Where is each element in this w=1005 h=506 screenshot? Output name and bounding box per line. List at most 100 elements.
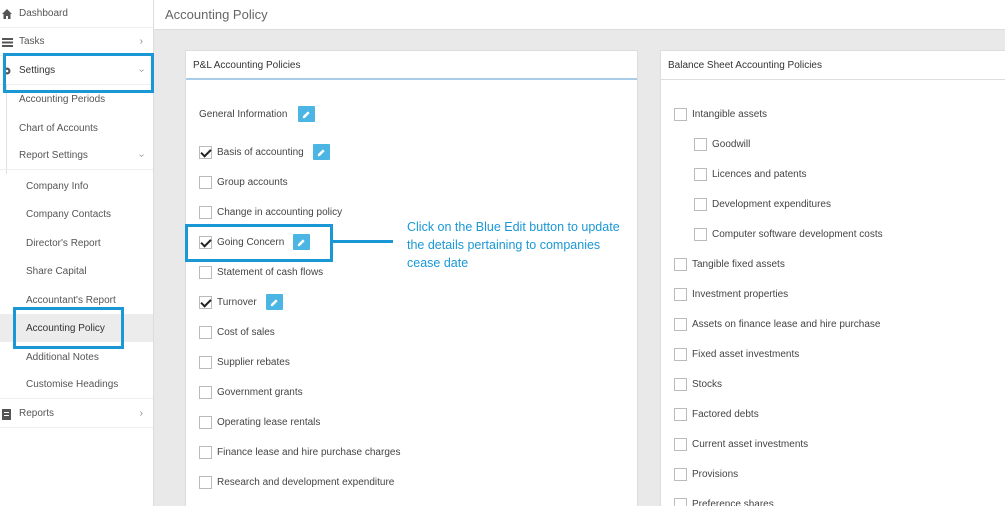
bs-item-label: Factored debts (692, 408, 759, 420)
pl-item-government-grants: Government grants (199, 384, 303, 400)
chevron-down-icon: › (135, 153, 147, 158)
checkbox[interactable] (674, 317, 687, 331)
checkbox[interactable] (199, 445, 212, 459)
edit-icon[interactable] (298, 106, 316, 122)
checkbox[interactable] (199, 295, 212, 309)
bs-item-stocks: Stocks (674, 376, 722, 392)
bs-panel-title: Balance Sheet Accounting Policies (661, 51, 1005, 80)
edit-icon[interactable] (265, 294, 283, 310)
checkbox[interactable] (199, 385, 212, 399)
bs-item-label: Preference shares (692, 498, 774, 506)
bs-item-label: Fixed asset investments (692, 348, 800, 360)
checkbox[interactable] (674, 467, 687, 481)
general-information-label: General Information (199, 108, 288, 120)
nav-directors-report-label: Director's Report (26, 237, 101, 249)
bs-item-label: Current asset investments (692, 438, 809, 450)
nav-dashboard-label: Dashboard (19, 8, 68, 19)
nav-share-capital[interactable]: Share Capital (0, 257, 153, 285)
page-header: Accounting Policy (154, 0, 1005, 30)
bs-item-label: Goodwill (712, 138, 751, 150)
pl-item-label: Government grants (217, 386, 303, 398)
checkbox[interactable] (674, 497, 687, 506)
checkbox[interactable] (199, 325, 212, 339)
nav-share-capital-label: Share Capital (26, 265, 87, 277)
bs-item-current-asset-investments: Current asset investments (674, 436, 808, 452)
accounting-policy-highlight (13, 307, 124, 349)
checkbox[interactable] (199, 415, 212, 429)
pl-item-label: Finance lease and hire purchase charges (217, 446, 401, 458)
bs-item-intangible-assets: Intangible assets (674, 106, 767, 122)
checkbox[interactable] (674, 437, 687, 451)
bs-item-preference-shares: Preference shares (674, 496, 774, 506)
nav-company-contacts[interactable]: Company Contacts (0, 200, 153, 228)
checkbox[interactable] (199, 145, 212, 159)
bs-item-factored-debts: Factored debts (674, 406, 759, 422)
pl-item-statement-of-cash-flows: Statement of cash flows (199, 264, 323, 280)
checkbox[interactable] (674, 107, 687, 121)
general-information-row: General Information (199, 106, 316, 122)
nav-accounting-periods-label: Accounting Periods (19, 93, 106, 105)
bs-item-label: Intangible assets (692, 108, 768, 120)
pl-item-label: Cost of sales (217, 326, 275, 338)
checkbox[interactable] (199, 265, 212, 279)
nav-dashboard[interactable]: Dashboard (0, 0, 153, 28)
home-icon (2, 9, 12, 19)
pl-item-label: Basis of accounting (217, 146, 304, 158)
checkbox[interactable] (694, 227, 707, 241)
nav-chart-of-accounts[interactable]: Chart of Accounts (0, 114, 153, 142)
bs-item-computer-software-development-costs: Computer software development costs (694, 226, 883, 242)
checkbox[interactable] (694, 197, 707, 211)
checkbox[interactable] (674, 257, 687, 271)
pl-item-research-and-development-expenditure: Research and development expenditure (199, 474, 394, 490)
nav-chart-of-accounts-label: Chart of Accounts (19, 122, 98, 134)
bs-item-label: Licences and patents (712, 168, 807, 180)
pl-item-label: Research and development expenditure (217, 476, 395, 488)
nav-reports[interactable]: Reports › (0, 400, 153, 428)
nav-report-settings[interactable]: Report Settings › (0, 142, 153, 170)
checkbox[interactable] (674, 377, 687, 391)
annotation-connector (333, 240, 393, 243)
checkbox[interactable] (199, 205, 212, 219)
checkbox[interactable] (199, 475, 212, 489)
checkbox[interactable] (694, 137, 707, 151)
nav-directors-report[interactable]: Director's Report (0, 229, 153, 257)
checkbox[interactable] (694, 167, 707, 181)
nav-company-info[interactable]: Company Info (0, 172, 153, 200)
nav-customise-headings[interactable]: Customise Headings (0, 371, 153, 399)
chevron-right-icon: › (139, 408, 143, 419)
pl-item-label: Operating lease rentals (217, 416, 321, 428)
bs-item-assets-on-finance-lease-and-hire-purchase: Assets on finance lease and hire purchas… (674, 316, 880, 332)
pl-panel-title: P&L Accounting Policies (186, 51, 637, 80)
checkbox[interactable] (674, 347, 687, 361)
checkbox[interactable] (199, 355, 212, 369)
bs-item-label: Investment properties (692, 288, 789, 300)
bs-item-label: Tangible fixed assets (692, 258, 785, 270)
reports-icon (2, 409, 12, 420)
nav-company-contacts-label: Company Contacts (26, 208, 112, 220)
pl-item-group-accounts: Group accounts (199, 174, 288, 190)
bs-item-tangible-fixed-assets: Tangible fixed assets (674, 256, 785, 272)
bs-item-provisions: Provisions (674, 466, 738, 482)
edit-icon[interactable] (312, 144, 330, 160)
pl-item-label: Supplier rebates (217, 356, 290, 368)
checkbox[interactable] (674, 287, 687, 301)
bs-item-licences-and-patents: Licences and patents (694, 166, 807, 182)
bs-item-development-expenditures: Development expenditures (694, 196, 831, 212)
tasks-icon (2, 37, 13, 47)
checkbox[interactable] (674, 407, 687, 421)
pl-item-finance-lease-and-hire-purchase-charges: Finance lease and hire purchase charges (199, 444, 400, 460)
nav-reports-label: Reports (19, 408, 55, 419)
pl-item-label: Turnover (217, 296, 257, 308)
bs-item-fixed-asset-investments: Fixed asset investments (674, 346, 799, 362)
pl-item-turnover: Turnover (199, 294, 283, 310)
bs-item-label: Stocks (692, 378, 723, 390)
pl-item-cost-of-sales: Cost of sales (199, 324, 275, 340)
bs-item-goodwill: Goodwill (694, 136, 750, 152)
pl-item-supplier-rebates: Supplier rebates (199, 354, 290, 370)
bs-item-label: Provisions (692, 468, 739, 480)
nav-report-settings-label: Report Settings (19, 150, 88, 161)
page-title: Accounting Policy (165, 7, 268, 22)
nav-tasks[interactable]: Tasks › (0, 28, 153, 56)
annotation-text: Click on the Blue Edit button to update … (407, 220, 620, 270)
checkbox[interactable] (199, 175, 212, 189)
